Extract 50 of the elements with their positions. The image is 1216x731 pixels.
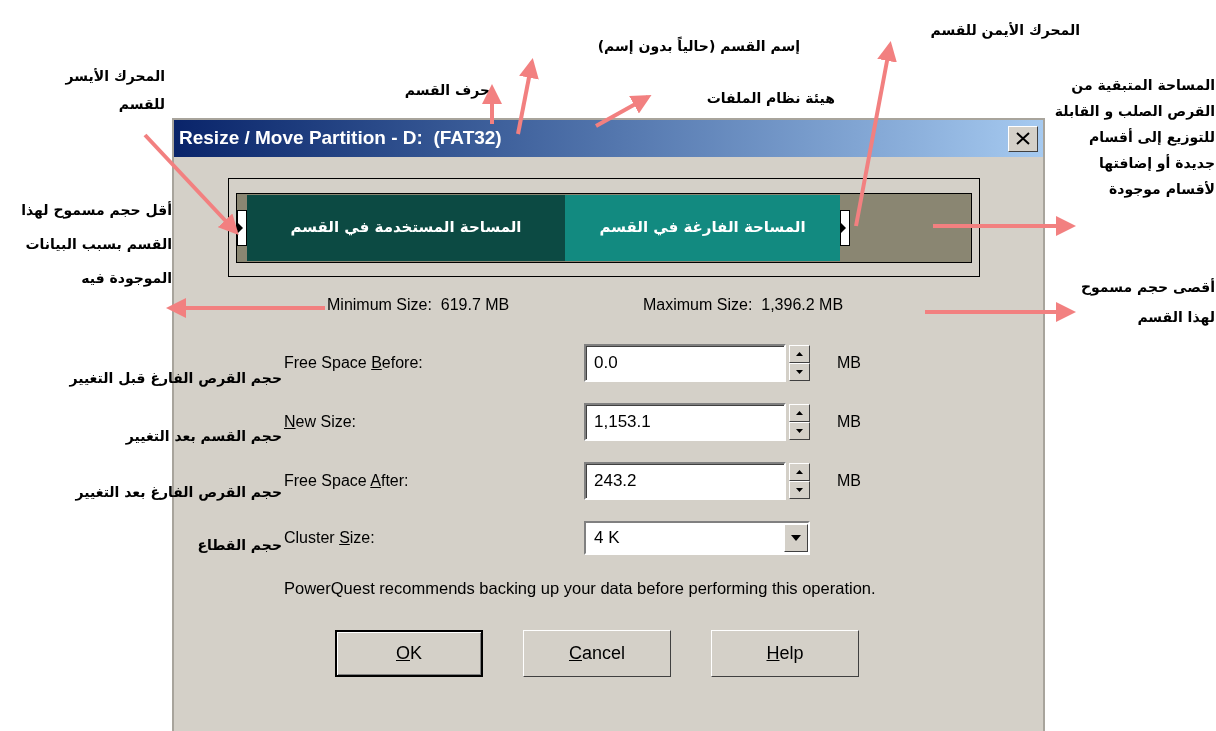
down-triangle-icon <box>796 370 803 374</box>
up-triangle-icon <box>796 352 803 356</box>
arrow <box>595 95 652 128</box>
field-annotation: حجم القرص الفارغ بعد التغيير <box>75 483 282 503</box>
field-annotation: حجم القرص الفارغ قبل التغيير <box>69 369 282 389</box>
unit-label: MB <box>837 412 861 432</box>
spin-up-button[interactable] <box>789 404 810 422</box>
maximum-size-text: Maximum Size: 1,396.2 MB <box>643 295 844 315</box>
spin-down-button[interactable] <box>789 422 810 440</box>
annotation-text: المساحة المتبقية من القرص الصلب و القابلة للتوزيع إلى أقسام جديدة أو إضافتها لأقسام موجودة <box>1053 76 1215 200</box>
dialog-button[interactable]: Cancel <box>523 630 671 677</box>
spin-up-button[interactable] <box>789 345 810 363</box>
number-input-field[interactable]: 0.0 <box>584 344 786 382</box>
spin-up-button[interactable] <box>789 463 810 481</box>
field-annotation: حجم القطاع <box>197 536 282 555</box>
annotation-text: المحرك الأيمن للقسم <box>929 21 1080 41</box>
right-resize-handle[interactable] <box>840 209 850 246</box>
dropdown-caret-icon <box>784 524 808 552</box>
up-triangle-icon <box>796 470 803 474</box>
window-title: Resize / Move Partition - D: (FAT32) <box>179 126 502 151</box>
backup-note: PowerQuest recommends backing up your data before performing this operation. <box>284 578 877 599</box>
unit-label: MB <box>837 471 861 491</box>
free-space-segment: المساحة الفارغة في القسم <box>565 194 840 261</box>
annotation-text: أقل حجم مسموح لهذا القسم بسبب البيانات الموجودة فيه <box>20 200 172 289</box>
minimum-size-text: Minimum Size: 619.7 MB <box>327 295 511 315</box>
unit-label: MB <box>837 353 861 373</box>
field-label: Free Space Before: <box>284 353 424 373</box>
field-label: Cluster Size: <box>284 528 376 548</box>
close-icon <box>1016 132 1030 145</box>
spin-down-button[interactable] <box>789 481 810 499</box>
annotation-text: أقصى حجم مسموح لهذا القسم <box>1080 277 1215 328</box>
dropdown-field[interactable]: 4 K <box>584 521 810 555</box>
annotation-text: هيئة نظام الملفات <box>705 89 835 108</box>
annotation-text: المحرك الأيسر للقسم <box>64 67 165 114</box>
left-resize-handle[interactable] <box>237 209 247 246</box>
up-triangle-icon <box>796 411 803 415</box>
down-triangle-icon <box>796 429 803 433</box>
field-label: Free Space After: <box>284 471 410 491</box>
spin-down-button[interactable] <box>789 363 810 381</box>
close-button[interactable] <box>1008 125 1038 152</box>
dialog-button[interactable]: Help <box>711 630 859 677</box>
field-annotation: حجم القسم بعد التغيير <box>125 427 282 447</box>
annotation-text: حرف القسم <box>403 81 490 101</box>
used-space-segment: المساحة المستخدمة في القسم <box>247 194 565 261</box>
annotation-text: إسم القسم (حالياً بدون إسم) <box>596 36 800 57</box>
down-triangle-icon <box>796 488 803 492</box>
field-label: New Size: <box>284 412 358 432</box>
number-input-field[interactable]: 243.2 <box>584 462 786 500</box>
dialog-button[interactable]: OK <box>335 630 483 677</box>
number-input-field[interactable]: 1,153.1 <box>584 403 786 441</box>
